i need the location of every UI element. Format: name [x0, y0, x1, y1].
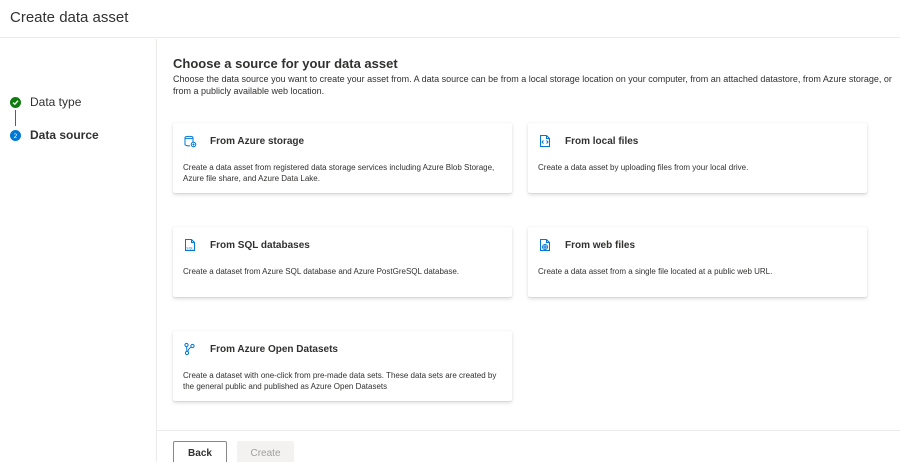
- step-data-source[interactable]: 2 Data source: [10, 127, 99, 143]
- card-web-files[interactable]: From web files Create a data asset from …: [528, 227, 867, 297]
- card-description: Create a data asset from registered data…: [183, 163, 495, 183]
- create-button[interactable]: Create: [237, 441, 294, 462]
- footer-divider: [157, 430, 900, 431]
- card-title: From local files: [565, 136, 639, 147]
- step-connector: [15, 110, 16, 126]
- card-title: From web files: [565, 240, 636, 251]
- card-description: Create a data asset by uploading files f…: [538, 163, 749, 172]
- web-file-icon: [538, 238, 552, 252]
- step-label: Data type: [30, 95, 82, 109]
- section-title: Choose a source for your data asset: [173, 56, 398, 71]
- card-description: Create a data asset from a single file l…: [538, 267, 773, 276]
- step-number-icon: 2: [10, 129, 21, 141]
- page-header: Create data asset: [0, 0, 900, 38]
- open-datasets-icon: [183, 342, 197, 356]
- local-file-icon: [538, 134, 552, 148]
- main-content: Choose a source for your data asset Choo…: [173, 56, 900, 97]
- card-title: From Azure Open Datasets: [210, 344, 338, 355]
- storage-icon: [183, 134, 197, 148]
- card-local-files[interactable]: From local files Create a data asset by …: [528, 123, 867, 193]
- svg-text:2: 2: [14, 132, 18, 138]
- sql-file-icon: SQL: [183, 238, 197, 252]
- card-title: From Azure storage: [210, 136, 305, 147]
- card-sql-databases[interactable]: SQL From SQL databases Create a dataset …: [173, 227, 512, 297]
- card-description: Create a dataset from Azure SQL database…: [183, 267, 460, 276]
- section-description: Choose the data source you want to creat…: [173, 74, 892, 96]
- card-azure-storage[interactable]: From Azure storage Create a data asset f…: [173, 123, 512, 193]
- card-azure-open-datasets[interactable]: From Azure Open Datasets Create a datase…: [173, 331, 512, 401]
- step-data-type[interactable]: Data type: [10, 94, 81, 110]
- page-title: Create data asset: [10, 9, 129, 26]
- step-label: Data source: [30, 128, 99, 142]
- wizard-stepper: Data type 2 Data source: [0, 39, 157, 462]
- check-icon: [10, 96, 21, 108]
- card-title: From SQL databases: [210, 240, 310, 251]
- card-description: Create a dataset with one-click from pre…: [183, 371, 497, 391]
- back-button[interactable]: Back: [173, 441, 227, 462]
- svg-text:SQL: SQL: [186, 246, 193, 250]
